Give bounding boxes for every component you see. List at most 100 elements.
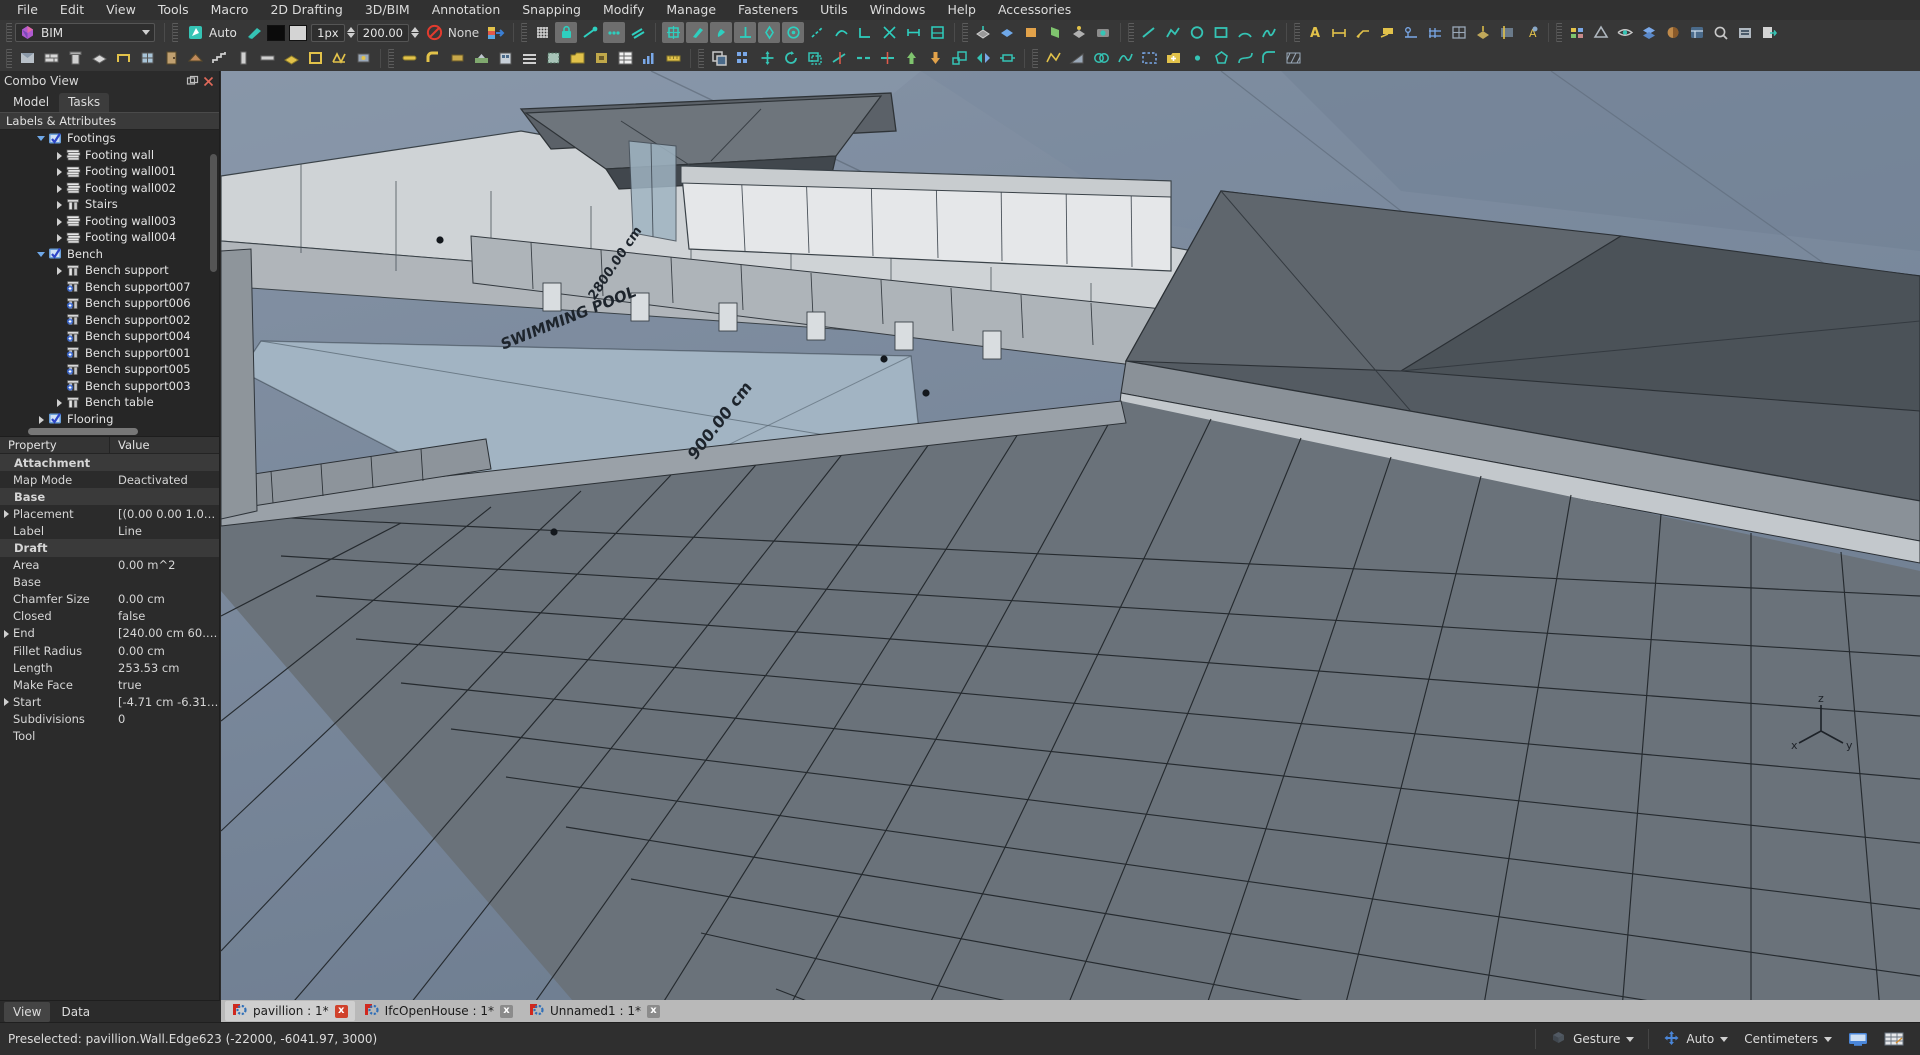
property-row[interactable]: Length 253.53 cm (0, 659, 219, 676)
project-button[interactable] (1734, 22, 1756, 43)
property-row[interactable]: Chamfer Size 0.00 cm (0, 591, 219, 608)
chevron-right-icon[interactable] (2, 509, 11, 519)
property-value[interactable]: false (110, 609, 219, 623)
toolbar-grip[interactable] (521, 23, 528, 42)
menu-item-macro[interactable]: Macro (200, 0, 260, 20)
preflight-button[interactable] (1710, 22, 1732, 43)
tree-item[interactable]: Bench (0, 246, 219, 263)
space-button[interactable] (542, 48, 564, 69)
snap-lock-button[interactable] (555, 22, 578, 43)
chevron-right-icon[interactable] (54, 216, 64, 226)
level-button[interactable] (518, 48, 540, 69)
duct-button[interactable] (446, 48, 468, 69)
line-color-swatch[interactable] (266, 24, 285, 41)
tree-horizontal-scrollbar[interactable] (28, 428, 138, 435)
draft-arc-button[interactable] (1234, 22, 1256, 43)
project-tool-button[interactable] (16, 48, 38, 69)
close-icon[interactable]: x (500, 1004, 513, 1018)
menu-item-snapping[interactable]: Snapping (511, 0, 592, 20)
snap-intersection-button[interactable] (878, 22, 900, 43)
tree-item[interactable]: Bench support (0, 262, 219, 279)
chevron-right-icon[interactable] (54, 265, 64, 276)
close-icon[interactable]: x (646, 1004, 660, 1018)
measure-button[interactable] (662, 48, 684, 69)
3d-viewport[interactable]: z x y SWIMMING POOL 2800.00 cm 900.00 cm (221, 71, 1920, 1022)
property-row[interactable]: Area 0.00 m^2 (0, 557, 219, 574)
schedule-button[interactable] (614, 48, 636, 69)
draft-polyline-button[interactable] (1162, 22, 1184, 43)
dimension-toggle-button[interactable] (1876, 1031, 1912, 1047)
tree-item[interactable]: Bench support004 (0, 328, 219, 345)
toolbar-grip[interactable] (1128, 23, 1135, 42)
property-row[interactable]: Map Mode Deactivated (0, 471, 219, 488)
snap-none-button[interactable]: None (421, 24, 484, 41)
split-button[interactable] (876, 48, 898, 69)
plane-align-button[interactable] (1068, 22, 1090, 43)
tree-item[interactable]: Stairs (0, 196, 219, 213)
chevron-right-icon[interactable] (36, 414, 46, 424)
downgrade-button[interactable] (924, 48, 946, 69)
polygon-button[interactable] (1210, 48, 1232, 69)
bezier-button[interactable] (1234, 48, 1256, 69)
property-value[interactable]: Deactivated (110, 473, 219, 487)
stretch-button[interactable] (996, 48, 1018, 69)
chevron-down-icon[interactable] (1720, 1036, 1729, 1042)
grid-button[interactable] (531, 22, 553, 43)
working-plane-front-button[interactable] (1020, 22, 1042, 43)
line-width-stepper[interactable] (346, 27, 355, 38)
dimension-field[interactable]: 200.00 (356, 23, 409, 42)
wall-button[interactable] (40, 48, 62, 69)
menu-item-file[interactable]: File (6, 0, 49, 20)
trim-button[interactable] (828, 48, 850, 69)
menu-item-fasteners[interactable]: Fasteners (727, 0, 809, 20)
model-tree[interactable]: Footings Footing wall Footing wall001 Footi… (0, 130, 219, 426)
tree-item[interactable]: Footing wall001 (0, 163, 219, 180)
unit-selector[interactable]: Centimeters (1736, 1032, 1840, 1046)
scale-button[interactable] (948, 48, 970, 69)
snap-toggle-button[interactable] (926, 22, 948, 43)
snap-parallel-button[interactable] (627, 22, 649, 43)
label-tool-button[interactable] (1376, 22, 1398, 43)
snap-extension-button[interactable] (806, 22, 828, 43)
property-row[interactable]: Base (0, 574, 219, 591)
property-row[interactable]: Fillet Radius 0.00 cm (0, 642, 219, 659)
draft-circle-button[interactable] (1186, 22, 1208, 43)
structure-button[interactable] (64, 48, 86, 69)
axis-tool-button[interactable] (1400, 22, 1422, 43)
toolbar-grip[interactable] (1032, 48, 1038, 68)
survey-button[interactable] (638, 48, 660, 69)
clipping-button[interactable] (1496, 22, 1518, 43)
tree-item[interactable]: Bench support003 (0, 378, 219, 395)
snap-endpoint-button[interactable] (579, 22, 601, 43)
stairs-button[interactable] (208, 48, 230, 69)
property-tab-view[interactable]: View (4, 1001, 51, 1022)
chevron-right-icon[interactable] (54, 397, 64, 408)
toolbar-grip[interactable] (1294, 23, 1301, 42)
draft-bspline-button[interactable] (1258, 22, 1280, 43)
snap-ortho-button[interactable] (854, 22, 876, 43)
menu-item-tools[interactable]: Tools (147, 0, 200, 20)
chevron-right-icon[interactable] (54, 183, 64, 193)
group-button[interactable] (566, 48, 588, 69)
auto-draft-button[interactable]: Auto (181, 23, 243, 43)
property-tab-data[interactable]: Data (52, 1002, 99, 1022)
tree-item[interactable]: Footing wall (0, 147, 219, 164)
menu-item-accessories[interactable]: Accessories (987, 0, 1082, 20)
menu-item-utils[interactable]: Utils (809, 0, 859, 20)
toolbar-grip[interactable] (388, 48, 394, 68)
menu-item-2d-drafting[interactable]: 2D Drafting (259, 0, 353, 20)
fillet-button[interactable] (1258, 48, 1280, 69)
draft-rect-button[interactable] (1210, 22, 1232, 43)
building-button[interactable] (494, 48, 516, 69)
snap-working-plane-button[interactable] (686, 22, 709, 43)
chevron-right-icon[interactable] (54, 199, 64, 210)
chevron-right-icon[interactable] (54, 166, 64, 177)
join-button[interactable] (852, 48, 874, 69)
ifc-explorer-button[interactable] (1686, 22, 1708, 43)
menu-item-modify[interactable]: Modify (592, 0, 655, 20)
document-tab[interactable]: Unnamed1 : 1* x (522, 1001, 667, 1021)
working-plane-button[interactable] (972, 22, 994, 43)
menu-item-view[interactable]: View (95, 0, 147, 20)
property-editor-body[interactable]: Attachment Map Mode Deactivated Base Placeme… (0, 454, 219, 984)
property-value[interactable]: true (110, 678, 219, 692)
